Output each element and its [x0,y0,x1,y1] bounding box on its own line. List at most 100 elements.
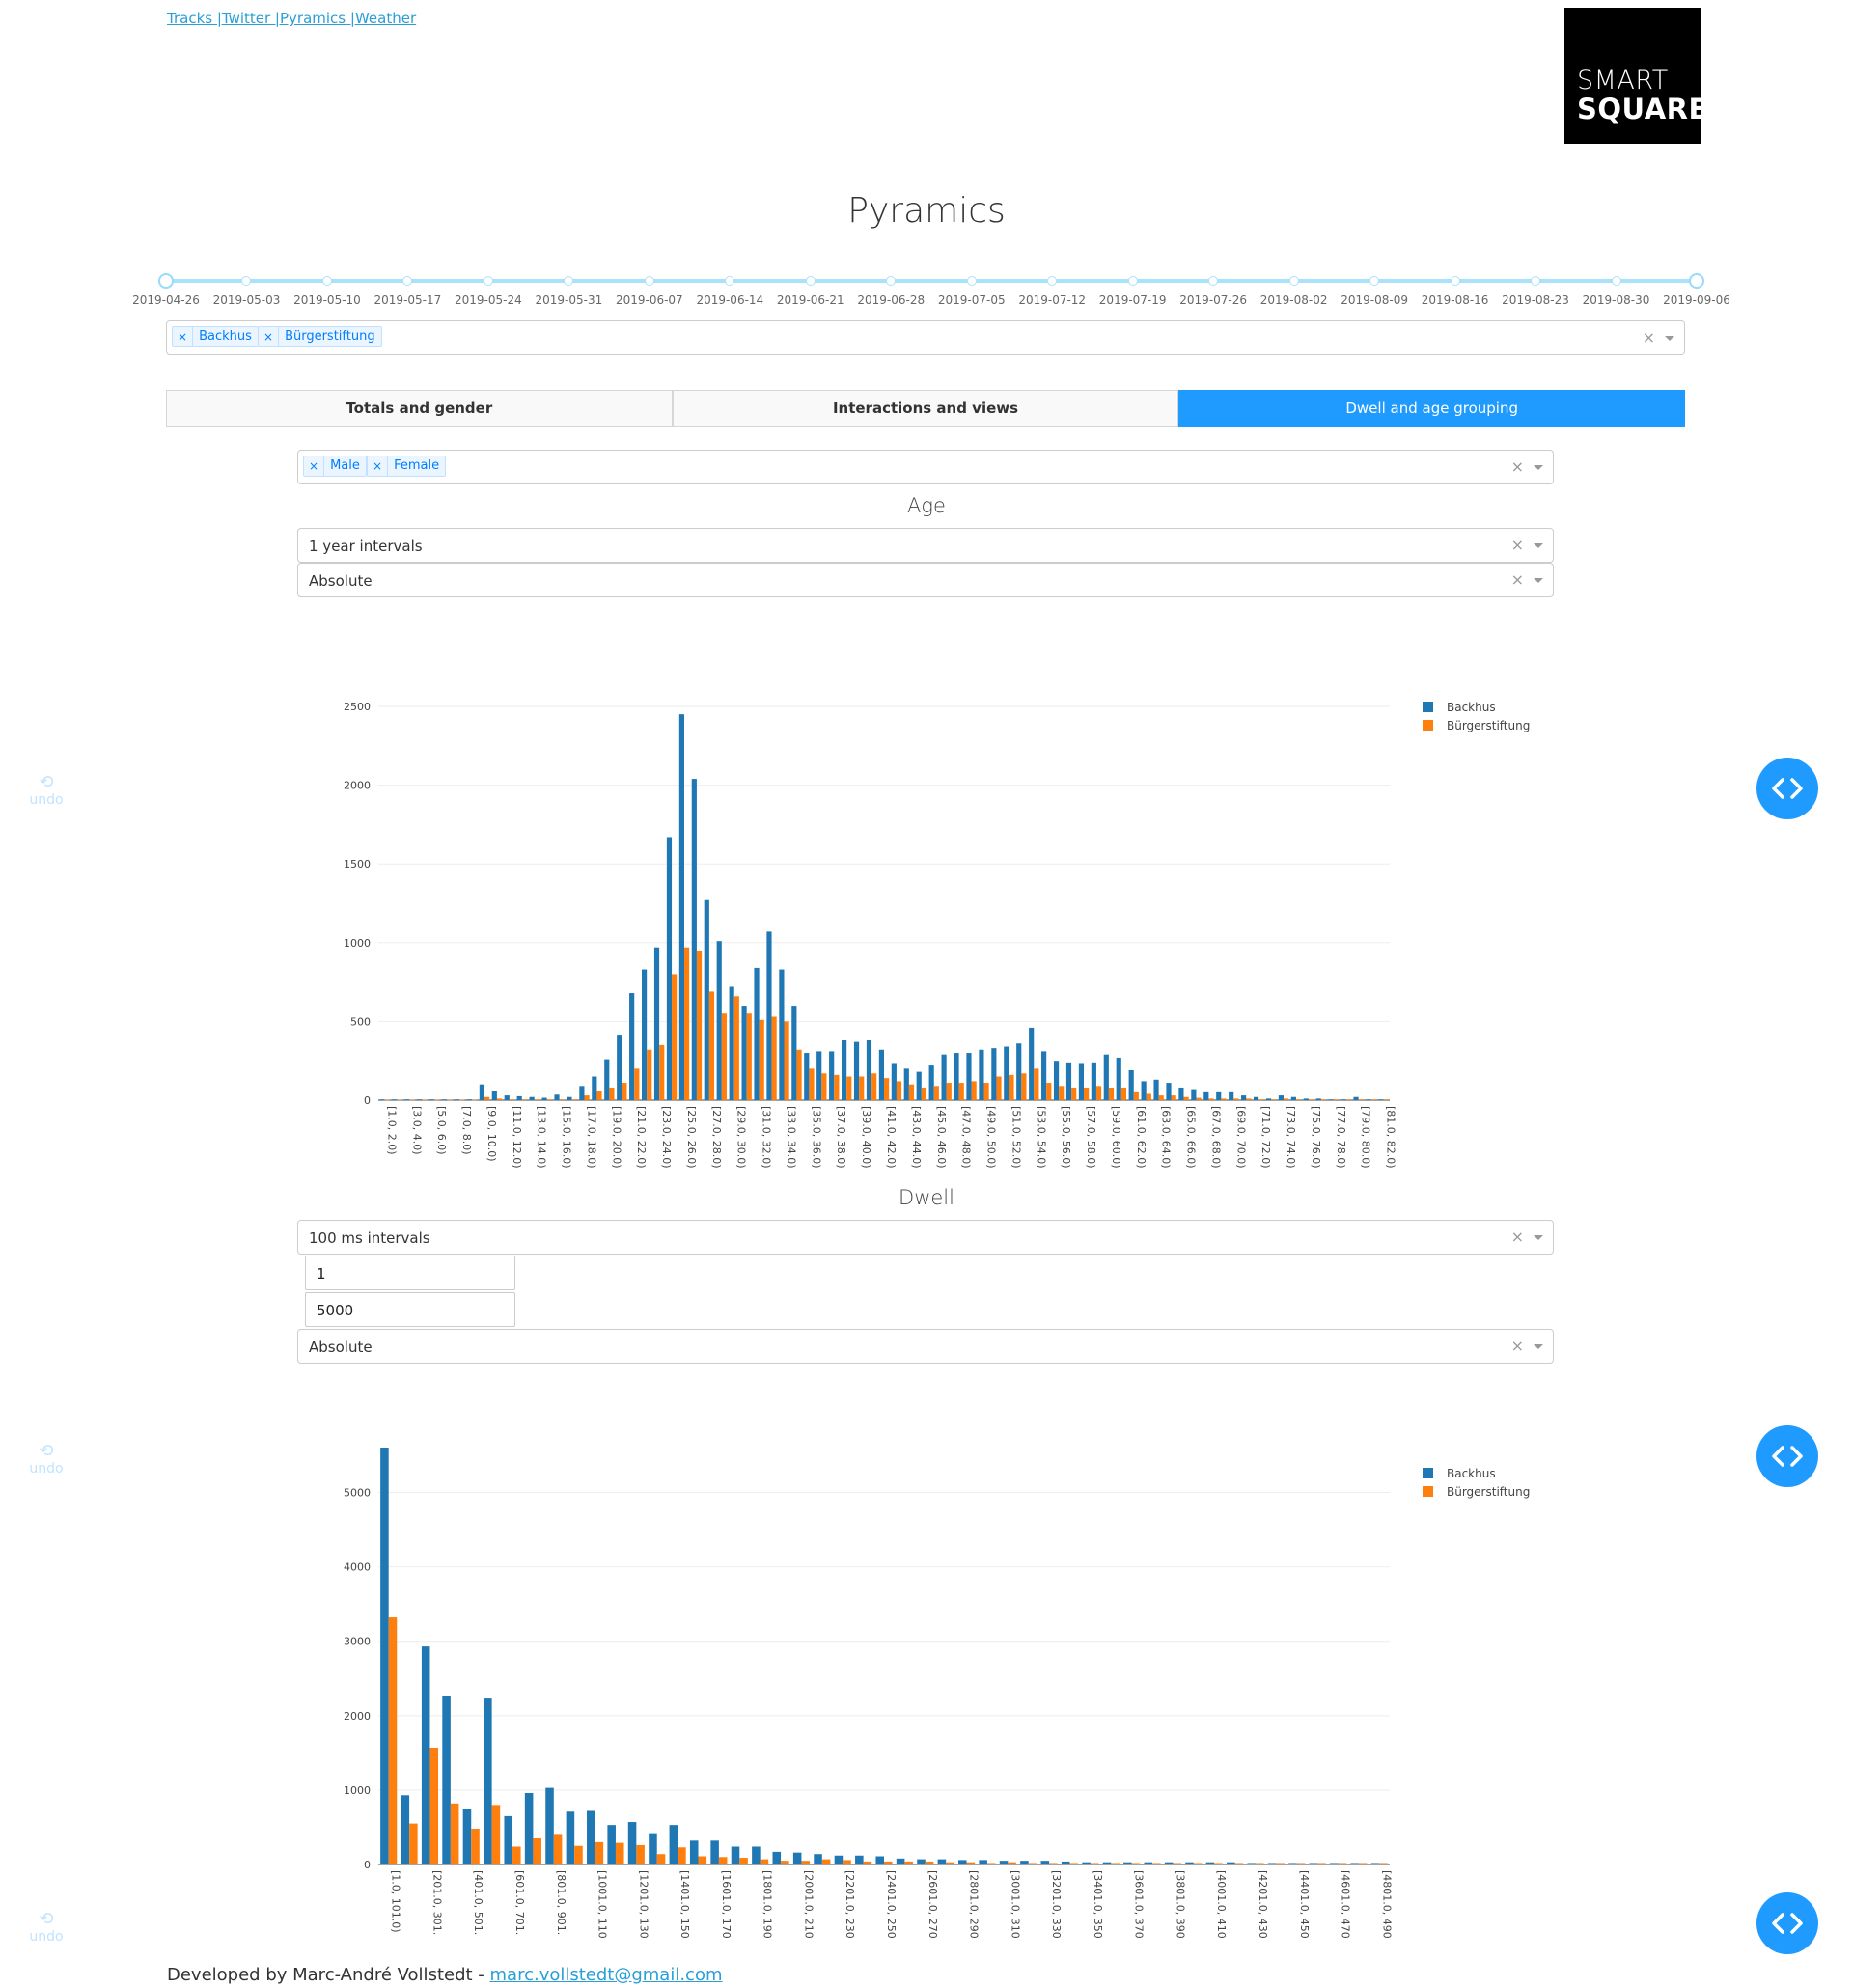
bar [691,779,697,1100]
bar [545,1787,554,1864]
bar [1153,1079,1159,1100]
chevron-down-icon[interactable] [1665,336,1674,341]
tab-interactions-views[interactable]: Interactions and views [672,390,1179,427]
bar [1059,1086,1065,1100]
bar [821,1073,827,1100]
code-icon [1772,778,1803,799]
bar [666,837,673,1100]
x-tick-label: [45.0, 46.0) [935,1106,948,1169]
x-tick-label: [77.0, 78.0) [1335,1106,1347,1169]
tab-dwell-age[interactable]: Dwell and age grouping [1178,390,1686,427]
age-chart-legend[interactable]: Backhus Bürgerstiftung [1423,698,1530,734]
slider-mark-label: 2019-08-23 [1502,293,1569,307]
bar [384,1099,390,1101]
toggle-code-button-dwell[interactable] [1756,1425,1818,1487]
undo-button-bottom[interactable]: ⟲ undo [27,1909,66,1945]
bar [809,1068,815,1100]
legend-item-backhus[interactable]: Backhus [1423,1464,1530,1482]
chevron-down-icon[interactable] [1534,1235,1543,1240]
code-icon [1772,1913,1803,1934]
location-multiselect[interactable]: × Backhus × Bürgerstiftung × [166,320,1685,355]
age-interval-select[interactable]: 1 year intervals × [297,528,1554,563]
bar [946,1083,952,1100]
x-tick-label: [53.0, 54.0) [1035,1106,1047,1169]
clear-icon[interactable]: × [1511,1337,1524,1355]
chevron-down-icon[interactable] [1534,578,1543,583]
bar [496,1098,503,1100]
footer-email-link[interactable]: marc.vollstedt@gmail.com [490,1965,723,1985]
bar [1040,1861,1050,1864]
gender-multiselect[interactable]: × Male × Female × [297,450,1554,484]
x-tick-label: [51.0, 52.0) [1009,1106,1022,1169]
slider-dot [805,276,816,286]
bar [698,1856,707,1864]
bar [1370,1099,1376,1100]
undo-label: undo [29,792,64,808]
x-tick-label: [27.0, 28.0) [710,1106,723,1169]
dwell-min-input[interactable]: 1 [305,1256,515,1290]
bar [834,1855,844,1864]
bar [1303,1098,1309,1100]
select-value: 1 year intervals [309,538,423,555]
undo-button-dwell[interactable]: ⟲ undo [27,1441,66,1477]
bar [916,1071,922,1100]
bar [991,1048,997,1100]
tag-label: Female [394,458,440,473]
dwell-mode-select[interactable]: Absolute × [297,1329,1554,1364]
dwell-chart-legend[interactable]: Backhus Bürgerstiftung [1423,1464,1530,1501]
nav-link-pyramics[interactable]: Pyramics | [280,10,355,27]
undo-label: undo [29,1929,64,1945]
bar [996,1076,1002,1100]
x-tick-label: [81.0, 82.0) [1385,1106,1397,1169]
tab-totals-gender[interactable]: Totals and gender [166,390,673,427]
bar [1146,1093,1151,1100]
bar [937,1859,947,1864]
bar [1247,1863,1256,1864]
chevron-down-icon[interactable] [1534,543,1543,548]
date-range-slider[interactable]: 2019-04-26 2019-05-03 2019-05-10 2019-05-17… [132,270,1730,309]
x-tick-label: [17.0, 18.0) [585,1106,597,1169]
nav-link-tracks[interactable]: Tracks | [167,10,222,27]
dwell-interval-select[interactable]: 100 ms intervals × [297,1220,1554,1255]
slider-handle[interactable] [1689,273,1704,289]
bar [1095,1086,1102,1100]
clear-icon[interactable]: × [1643,328,1655,346]
legend-item-backhus[interactable]: Backhus [1423,698,1530,716]
toggle-code-button-age[interactable] [1756,758,1818,819]
undo-button-age[interactable]: ⟲ undo [27,772,66,808]
nav-link-twitter[interactable]: Twitter | [222,10,280,27]
bar [946,1862,954,1864]
clear-icon[interactable]: × [1511,536,1524,554]
remove-tag-icon[interactable]: × [173,327,194,346]
clear-icon[interactable]: × [1511,1228,1524,1246]
bar [708,991,715,1100]
remove-tag-icon[interactable]: × [304,456,325,476]
bar [1290,1096,1296,1100]
clear-icon[interactable]: × [1511,570,1524,589]
bar [649,1833,657,1864]
bar [669,1825,678,1864]
legend-item-buergerstiftung[interactable]: Bürgerstiftung [1423,1482,1530,1501]
bar [729,986,734,1100]
bar [842,1039,847,1100]
x-tick-label: [4001.0, 410 [1215,1870,1228,1939]
nav-link-weather[interactable]: Weather [355,10,416,27]
legend-item-buergerstiftung[interactable]: Bürgerstiftung [1423,716,1530,734]
chevron-down-icon[interactable] [1534,1344,1543,1349]
slider-handle[interactable] [158,273,174,289]
bar [629,993,635,1100]
remove-tag-icon[interactable]: × [368,456,389,476]
toggle-code-button-bottom[interactable] [1756,1892,1818,1954]
x-tick-label: [39.0, 40.0) [860,1106,872,1169]
bar [1029,1027,1035,1100]
bar [999,1861,1009,1864]
bar [388,1617,398,1864]
clear-icon[interactable]: × [1511,457,1524,476]
chevron-down-icon[interactable] [1534,465,1543,470]
age-mode-select[interactable]: Absolute × [297,563,1554,597]
bar [1296,1863,1306,1864]
remove-tag-icon[interactable]: × [259,327,280,346]
dwell-max-input[interactable]: 5000 [305,1292,515,1327]
y-tick-label: 4000 [344,1561,371,1574]
tag-label: Bürgerstiftung [285,329,375,344]
